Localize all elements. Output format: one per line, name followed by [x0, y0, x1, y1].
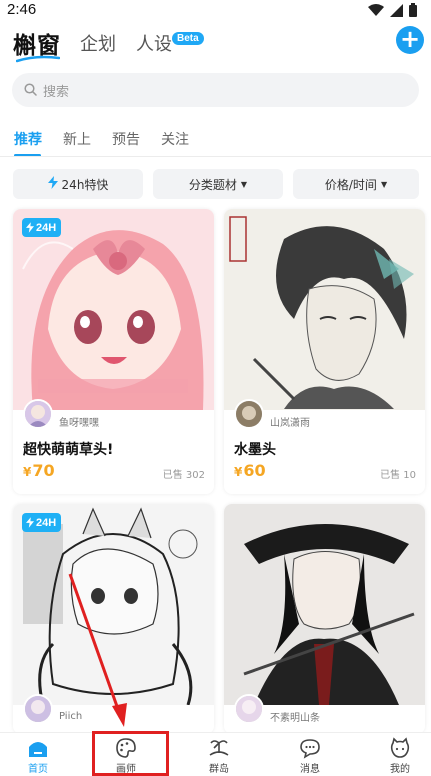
nav-label: 首页 — [28, 764, 48, 775]
product-card[interactable]: 24H 鱼呀嘿嘿 超快萌萌草头! ¥70 已售 302 — [13, 209, 214, 494]
card-price: ¥60 — [234, 461, 266, 480]
signal-icon — [390, 3, 403, 17]
filter-category[interactable]: 分类题材 ▼ — [153, 169, 283, 199]
filter-price-time[interactable]: 价格/时间 ▼ — [293, 169, 419, 199]
artist-name: Piich — [59, 710, 83, 722]
sold-count: 已售 302 — [162, 470, 205, 481]
tab-preview[interactable]: 预告 — [112, 129, 140, 149]
artist-info[interactable]: 鱼呀嘿嘿 — [23, 399, 99, 429]
currency-symbol: ¥ — [234, 465, 243, 479]
artist-info[interactable]: 山岚潇雨 — [234, 399, 310, 429]
home-icon — [29, 742, 47, 757]
island-icon — [209, 740, 229, 756]
avatar — [234, 694, 264, 724]
nav-profile[interactable]: 我的 — [370, 737, 430, 775]
filter-label: 分类题材 — [188, 177, 237, 192]
express-badge: 24H — [22, 218, 62, 237]
product-card[interactable]: 24H Piich — [13, 504, 214, 734]
search-icon — [24, 81, 37, 100]
price-value: 70 — [32, 461, 55, 480]
header-tab-project[interactable]: 企划 — [80, 30, 116, 56]
sold-count: 已售 10 — [380, 470, 416, 481]
card-title: 水墨头 — [234, 442, 276, 458]
avatar — [23, 399, 53, 429]
filter-24h-express[interactable]: 24h特快 — [13, 169, 143, 199]
add-button[interactable]: + — [396, 26, 424, 54]
lightning-icon — [26, 517, 34, 528]
status-time: 2:46 — [7, 1, 37, 18]
artist-name: 鱼呀嘿嘿 — [59, 417, 99, 429]
artwork-image — [224, 504, 425, 705]
artist-name: 山岚潇雨 — [270, 417, 310, 429]
search-placeholder: 搜索 — [43, 84, 70, 100]
badge-label: 24H — [36, 516, 57, 529]
artwork-image — [224, 209, 425, 410]
nav-label: 我的 — [390, 764, 410, 775]
logo-swoosh-icon — [16, 55, 60, 63]
nav-messages[interactable]: 消息 — [280, 737, 340, 775]
filter-label: 价格/时间 — [324, 177, 377, 192]
product-card[interactable]: 不素明山条 — [224, 504, 425, 734]
avatar — [234, 399, 264, 429]
lightning-icon — [47, 176, 58, 192]
status-bar: 2:46 — [0, 0, 431, 22]
artwork-image: 24H — [13, 209, 214, 410]
header-tab-character[interactable]: 人设 — [136, 30, 172, 56]
card-title: 超快萌萌草头! — [23, 442, 114, 458]
caret-down-icon: ▼ — [380, 179, 388, 189]
artwork-image: 24H — [13, 504, 214, 705]
card-price: ¥70 — [23, 461, 55, 480]
profile-icon — [390, 737, 410, 758]
battery-icon — [409, 3, 417, 17]
currency-symbol: ¥ — [23, 465, 32, 479]
product-card[interactable]: 山岚潇雨 水墨头 ¥60 已售 10 — [224, 209, 425, 494]
annotation-highlight-box — [92, 731, 169, 776]
nav-label: 群岛 — [209, 764, 229, 775]
tab-new[interactable]: 新上 — [63, 129, 91, 149]
caret-down-icon: ▼ — [240, 179, 248, 189]
top-header: 槲窗 企划 人设 Beta + — [0, 22, 431, 66]
nav-home[interactable]: 首页 — [8, 737, 68, 775]
lightning-icon — [26, 222, 34, 233]
badge-label: 24H — [36, 221, 57, 234]
artist-info[interactable]: Piich — [23, 694, 82, 724]
wifi-icon — [368, 3, 384, 17]
express-badge: 24H — [22, 513, 62, 532]
tabs-divider — [0, 156, 431, 157]
nav-label: 消息 — [300, 764, 320, 775]
artist-info[interactable]: 不素明山条 — [234, 694, 320, 724]
nav-islands[interactable]: 群岛 — [189, 737, 249, 775]
artist-name: 不素明山条 — [270, 712, 320, 724]
tab-following[interactable]: 关注 — [161, 129, 189, 149]
screen: 2:46 槲窗 企划 人设 Beta + 搜索 推荐 新上 预告 关注 24h特… — [0, 0, 431, 776]
tab-recommend[interactable]: 推荐 — [14, 129, 42, 149]
avatar — [23, 694, 53, 724]
status-icons — [368, 3, 417, 17]
bottom-nav: 首页 画师 群岛 消息 我的 — [0, 732, 431, 776]
message-icon — [300, 739, 320, 759]
filter-label: 24h特快 — [61, 177, 109, 192]
price-value: 60 — [243, 461, 266, 480]
search-bar[interactable]: 搜索 — [12, 73, 419, 107]
beta-badge: Beta — [172, 32, 204, 45]
